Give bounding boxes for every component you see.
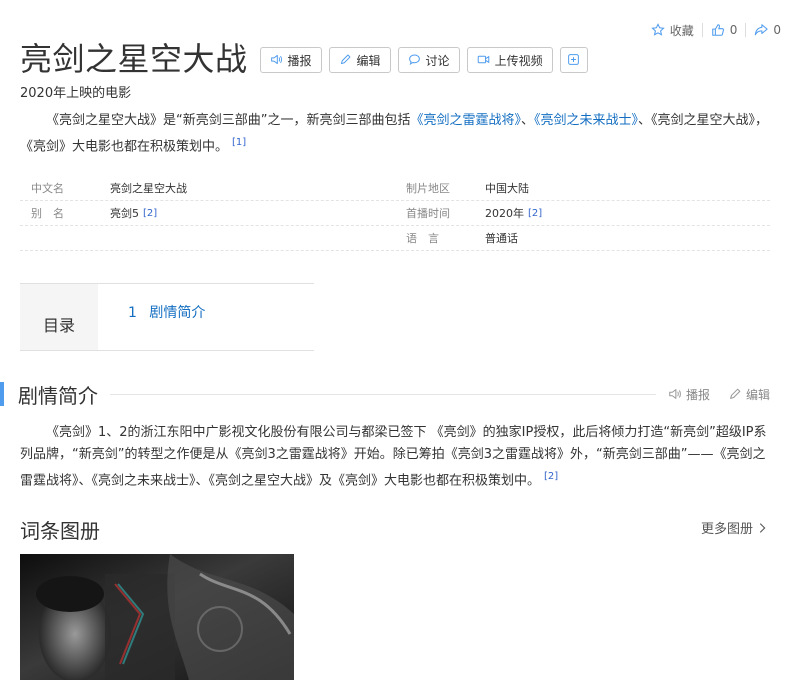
plus-box-icon (567, 53, 581, 67)
edit-label: 编辑 (356, 53, 381, 68)
thumbs-up-icon (711, 23, 725, 37)
more-albums-label: 更多图册 (700, 522, 753, 537)
info-value: 亮剑之星空大战 (110, 182, 187, 195)
section-broadcast-button[interactable]: 播报 (668, 386, 710, 403)
info-value: 中国大陆 (485, 182, 529, 195)
speaker-icon (668, 387, 682, 401)
broadcast-label: 播报 (287, 53, 312, 68)
section-divider (110, 393, 656, 395)
collect-button[interactable]: 收藏 (643, 22, 702, 38)
catalog-item-number: 1 (128, 305, 137, 321)
info-name: 制片地区 (406, 182, 450, 195)
edit-button[interactable]: 编辑 (328, 47, 391, 73)
info-row: 别 名 亮剑5 [2] 首播时间 2020年 [2] (20, 201, 770, 226)
link-leijin[interactable]: 《亮剑之雷霆战将》 (410, 113, 521, 128)
summary-text: 《亮剑之星空大战》是“新亮剑三部曲”之一，新亮剑三部曲包括 (46, 113, 411, 128)
movie-poster-image (20, 554, 294, 680)
chat-bubble-icon (408, 53, 422, 67)
section-broadcast-label: 播报 (685, 387, 710, 402)
album-cover-image[interactable] (20, 554, 294, 680)
reference-link[interactable]: [2] (544, 471, 558, 482)
info-name: 语 言 (406, 232, 439, 245)
reference-link[interactable]: [2] (143, 208, 157, 219)
top-actions: 收藏 0 0 (643, 22, 789, 38)
like-count: 0 (729, 23, 738, 37)
pencil-icon (339, 53, 353, 67)
catalog-list: 1 剧情简介 (98, 284, 205, 350)
title-toolbar: 播报 编辑 讨论 上传视频 (259, 47, 588, 73)
section-tools: 播报 编辑 (668, 386, 770, 403)
reference-link[interactable]: [2] (528, 208, 542, 219)
chevron-right-icon (755, 521, 769, 535)
basic-info: 中文名 亮剑之星空大战 制片地区 中国大陆 别 名 亮剑5 [2] 首播时间 2… (20, 176, 770, 251)
discuss-button[interactable]: 讨论 (397, 47, 460, 73)
catalog-item-label: 剧情简介 (149, 305, 206, 321)
share-icon (754, 23, 769, 37)
info-row: 语 言 普通话 (20, 226, 770, 251)
add-button[interactable] (559, 47, 588, 73)
info-cell: 别 名 亮剑5 [2] (20, 205, 395, 221)
info-row: 中文名 亮剑之星空大战 制片地区 中国大陆 (20, 176, 770, 201)
catalog-heading: 目录 (20, 284, 98, 350)
info-name: 别 名 (31, 207, 64, 220)
info-value: 普通话 (485, 232, 518, 245)
info-name: 首播时间 (406, 207, 450, 220)
info-value: 2020年 (485, 207, 524, 220)
title-row: 亮剑之星空大战 播报 编辑 讨论 上传视频 (20, 40, 588, 78)
subtitle: 2020年上映的电影 (20, 86, 132, 101)
album-title: 词条图册 (20, 519, 100, 543)
reference-link[interactable]: [1] (232, 137, 246, 148)
speaker-icon (270, 53, 284, 67)
info-cell: 制片地区 中国大陆 (395, 180, 770, 196)
info-cell: 中文名 亮剑之星空大战 (20, 180, 395, 196)
more-albums-link[interactable]: 更多图册 (701, 518, 769, 537)
section-title: 剧情简介 (18, 383, 98, 408)
section-heading: 剧情简介 播报 编辑 (0, 380, 770, 408)
plot-paragraph: 《亮剑》1、2的浙江东阳中广影视文化股份有限公司与都梁已签下 《亮剑》的独家IP… (20, 422, 770, 492)
discuss-label: 讨论 (425, 53, 450, 68)
section-edit-label: 编辑 (745, 387, 770, 402)
upload-video-button[interactable]: 上传视频 (466, 47, 553, 73)
section-accent-bar (0, 382, 4, 406)
catalog-item[interactable]: 1 剧情简介 (128, 302, 205, 322)
video-camera-icon (477, 53, 491, 67)
info-name: 中文名 (31, 182, 64, 195)
section-edit-button[interactable]: 编辑 (728, 386, 770, 403)
upload-video-label: 上传视频 (494, 53, 543, 68)
star-icon (650, 23, 665, 37)
share-count: 0 (773, 23, 781, 37)
link-weilai[interactable]: 《亮剑之未来战士》 (534, 113, 638, 128)
plot-text: 《亮剑》1、2的浙江东阳中广影视文化股份有限公司与都梁已签下 《亮剑》的独家IP… (20, 425, 767, 489)
info-cell: 首播时间 2020年 [2] (395, 205, 770, 221)
collect-label: 收藏 (669, 23, 694, 38)
like-button[interactable]: 0 (703, 22, 746, 38)
share-button[interactable]: 0 (746, 22, 789, 38)
catalog: 目录 1 剧情简介 (20, 283, 314, 351)
page-title: 亮剑之星空大战 (20, 40, 248, 78)
broadcast-button[interactable]: 播报 (259, 47, 322, 73)
summary-paragraph: 《亮剑之星空大战》是“新亮剑三部曲”之一，新亮剑三部曲包括《亮剑之雷霆战将》、《… (20, 110, 770, 158)
info-cell: 语 言 普通话 (395, 230, 770, 246)
summary-text: 、 (521, 113, 535, 128)
pencil-icon (728, 387, 742, 401)
info-value: 亮剑5 (110, 207, 139, 220)
